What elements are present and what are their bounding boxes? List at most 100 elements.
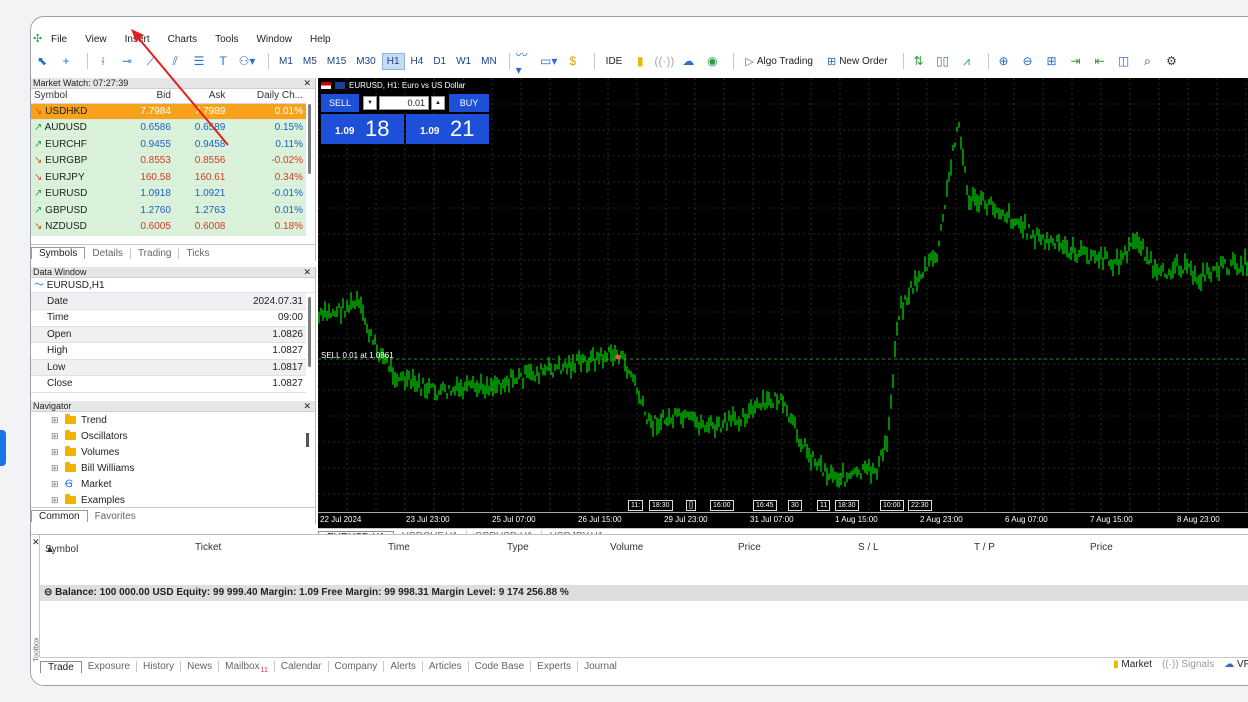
navigator-item[interactable]: ⊞ Examples (41, 492, 315, 508)
sell-button[interactable]: SELL (321, 94, 359, 112)
depth-of-market-icon[interactable]: ⇅ (910, 52, 928, 70)
column-bid[interactable]: Bid (119, 89, 174, 104)
trade-entry-marker[interactable] (615, 354, 621, 360)
column-ticket[interactable]: Ticket (195, 542, 221, 553)
zoom-out-icon[interactable]: ⊖ (1019, 52, 1037, 70)
shapes-icon[interactable]: ⚇▾ (238, 52, 256, 70)
tab-common[interactable]: Common (31, 510, 88, 522)
tab-ticks[interactable]: Ticks (179, 248, 216, 259)
sell-price-button[interactable]: 1.09 18 (321, 114, 404, 144)
market-watch-row[interactable]: ↘ NZDUSD 0.6005 0.6008 0.18% (31, 218, 306, 236)
menu-help[interactable]: Help (310, 34, 331, 45)
tab-trade[interactable]: Trade (40, 660, 82, 673)
market-bag-icon[interactable]: ▮ (631, 52, 649, 70)
channel-icon[interactable]: ⫽ (166, 52, 184, 70)
candlestick-icon[interactable]: ▯▯ (934, 52, 952, 70)
market-watch-row[interactable]: ↗ GBPUSD 1.2760 1.2763 0.01% (31, 202, 306, 219)
volume-up-icon[interactable]: ▲ (431, 96, 445, 110)
scrollbar[interactable] (306, 433, 309, 447)
column-symbol[interactable]: Symbol (31, 89, 120, 104)
navigator-item[interactable]: ⊞ Oscillators (41, 428, 315, 444)
market-watch-row[interactable]: ↘ EURJPY 160.58 160.61 0.34% (31, 169, 306, 186)
tab-exposure[interactable]: Exposure (82, 661, 138, 672)
scrollbar[interactable] (308, 104, 311, 174)
search-icon[interactable]: ⌕ (1139, 52, 1157, 70)
cursor-icon[interactable]: ⬉ (33, 52, 51, 70)
vertical-line-icon[interactable]: ⟊ (94, 52, 112, 70)
column-ask[interactable]: Ask (173, 89, 229, 104)
tab-favorites[interactable]: Favorites (88, 511, 143, 522)
close-icon[interactable]: ✕ (32, 537, 40, 548)
vps-link[interactable]: ☁ VPS (1224, 659, 1248, 670)
expand-icon[interactable]: ⊞ (51, 447, 61, 458)
navigator-item[interactable]: ⊞ Trend (41, 412, 315, 428)
expand-icon[interactable]: ⊞ (51, 479, 61, 490)
volume-down-icon[interactable]: ▼ (363, 96, 377, 110)
screenshot-icon[interactable]: ◫ (1115, 52, 1133, 70)
autoscroll-icon[interactable]: ⇤ (1091, 52, 1109, 70)
timeframe-m5[interactable]: M5 (299, 54, 321, 69)
crosshair-icon[interactable]: + (57, 52, 75, 70)
tab-details[interactable]: Details (85, 247, 131, 259)
close-icon[interactable]: ✕ (303, 401, 311, 412)
menu-tools[interactable]: Tools (215, 34, 238, 45)
expand-icon[interactable]: ⊞ (51, 463, 61, 474)
vps-cloud-icon[interactable]: ☁ (679, 52, 697, 70)
market-watch-row[interactable]: ↗ EURUSD 1.0918 1.0921 -0.01% (31, 185, 306, 203)
timeframe-m1[interactable]: M1 (275, 54, 297, 69)
tab-company[interactable]: Company (329, 661, 385, 672)
community-icon[interactable]: ◉ (703, 52, 721, 70)
navigator-item[interactable]: ⊞ Volumes (41, 444, 315, 460)
menu-view[interactable]: View (85, 34, 107, 45)
scrollbar[interactable] (308, 297, 311, 367)
fibonacci-icon[interactable]: ☰ (190, 52, 208, 70)
tab-articles[interactable]: Articles (423, 661, 469, 672)
line-chart-icon[interactable]: ⩘ (958, 52, 976, 70)
menu-insert[interactable]: Insert (125, 34, 150, 45)
expand-icon[interactable]: ⊞ (51, 431, 61, 442)
column-type[interactable]: Type (507, 542, 529, 553)
tab-symbols[interactable]: Symbols (31, 247, 86, 259)
tab-alerts[interactable]: Alerts (384, 661, 423, 672)
tab-calendar[interactable]: Calendar (275, 661, 329, 672)
column-price-current[interactable]: Price (1090, 542, 1113, 553)
column-volume[interactable]: Volume (610, 542, 643, 553)
tab-news[interactable]: News (181, 661, 220, 672)
signals-link[interactable]: ((·)) Signals (1162, 659, 1214, 670)
trendline-icon[interactable]: ⟋ (142, 52, 160, 70)
tab-history[interactable]: History (137, 661, 182, 672)
close-icon[interactable]: ✕ (303, 78, 311, 89)
market-link[interactable]: ▮ Market (1113, 659, 1152, 670)
timeframe-h1[interactable]: H1 (381, 52, 405, 70)
tab-experts[interactable]: Experts (531, 661, 579, 672)
tile-windows-icon[interactable]: ⊞ (1043, 52, 1061, 70)
tab-trading[interactable]: Trading (131, 247, 180, 259)
collapse-icon[interactable]: ⊝ (44, 587, 52, 598)
tab-mailbox[interactable]: Mailbox11 (219, 661, 275, 674)
column-tp[interactable]: T / P (974, 542, 995, 553)
timeframe-h4[interactable]: H4 (407, 54, 428, 69)
market-watch-row[interactable]: ↘ EURGBP 0.8553 0.8556 -0.02% (31, 152, 306, 170)
market-watch-row[interactable]: ↗ AUDUSD 0.6586 0.6589 0.15% (31, 119, 306, 137)
zoom-in-icon[interactable]: ⊕ (995, 52, 1013, 70)
tab-journal[interactable]: Journal (578, 661, 623, 672)
menu-file[interactable]: File (51, 34, 67, 45)
column-price[interactable]: Price (738, 542, 761, 553)
expand-icon[interactable]: ⊞ (51, 495, 61, 506)
algo-trading-button[interactable]: ▷ Algo Trading (740, 52, 818, 71)
indicators-icon[interactable]: 〰▾ (516, 48, 534, 77)
timeframe-w1[interactable]: W1 (452, 54, 475, 69)
timeframe-mn[interactable]: MN (477, 54, 501, 69)
column-daily-change[interactable]: Daily Ch... (228, 89, 306, 104)
position-line-label[interactable]: SELL 0.01 at 1.0861 (321, 351, 394, 360)
timeframe-m30[interactable]: M30 (352, 54, 379, 69)
menu-charts[interactable]: Charts (168, 34, 197, 45)
templates-icon[interactable]: ▭▾ (540, 52, 558, 70)
market-watch-row[interactable]: ↗ EURCHF 0.9455 0.9458 0.11% (31, 136, 306, 153)
close-icon[interactable]: ✕ (303, 267, 311, 278)
volume-input[interactable]: 0.01 (379, 96, 429, 110)
new-order-button[interactable]: ⊞ New Order (822, 52, 893, 71)
timeframe-d1[interactable]: D1 (429, 54, 450, 69)
text-tool-icon[interactable]: T (214, 52, 232, 70)
horizontal-line-icon[interactable]: ⊸ (118, 52, 136, 70)
